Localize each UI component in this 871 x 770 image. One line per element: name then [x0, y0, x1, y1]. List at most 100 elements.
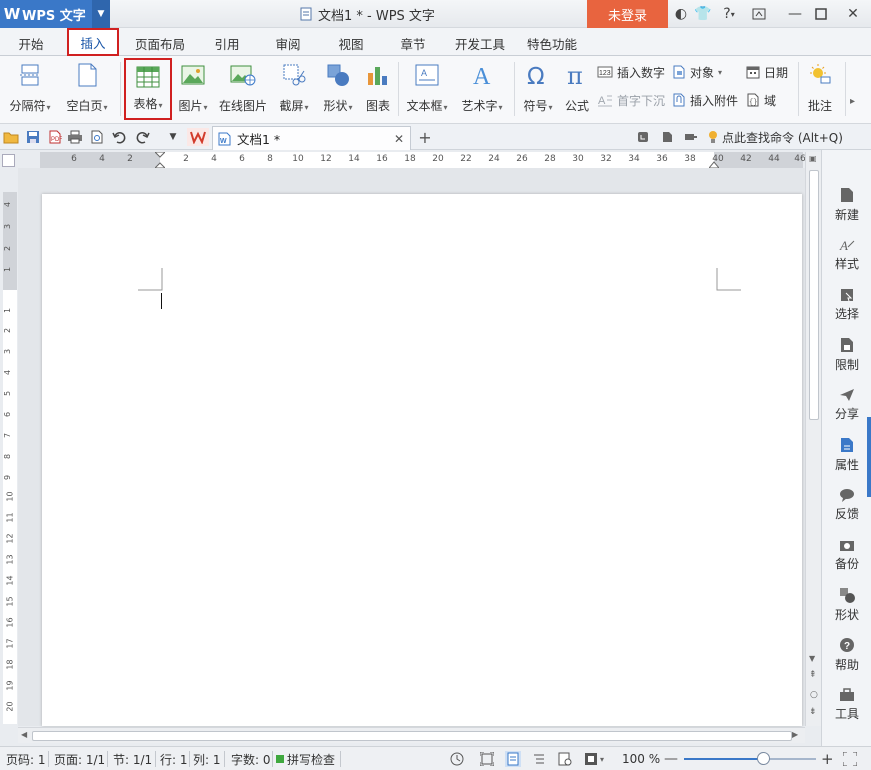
undo-icon[interactable]	[110, 128, 128, 146]
formula-button[interactable]: π 公式	[560, 58, 594, 120]
web-view-icon[interactable]	[558, 751, 572, 767]
login-button[interactable]: 未登录	[587, 0, 668, 28]
document-title: 文档1 * - WPS 文字	[300, 0, 460, 28]
command-search[interactable]: 点此查找命令 (Alt+Q)	[708, 128, 843, 146]
zoom-in-icon[interactable]: +	[821, 750, 834, 768]
insert-number-button[interactable]: 123 插入数字	[597, 62, 665, 82]
sidebar-item-share[interactable]: 分享	[822, 382, 871, 428]
screenshot-button[interactable]: 截屏▾	[274, 58, 314, 120]
scroll-down-icon[interactable]: ▼	[809, 654, 815, 663]
picture-button[interactable]: 图片▾	[174, 58, 212, 120]
collapse-ribbon-icon[interactable]	[746, 0, 772, 28]
sidebar-item-style[interactable]: A 样式	[822, 232, 871, 278]
new-tab-icon[interactable]: +	[416, 128, 434, 147]
online-picture-button[interactable]: 在线图片	[216, 58, 270, 120]
zoom-slider-knob[interactable]	[757, 752, 771, 765]
chevron-down-icon[interactable]: ▼	[92, 0, 110, 28]
date-button[interactable]: 日期	[746, 62, 788, 82]
zoom-slider[interactable]	[684, 752, 816, 765]
full-screen-icon[interactable]	[480, 751, 494, 767]
object-button[interactable]: 对象 ▾	[672, 62, 722, 82]
tab-stop-selector[interactable]	[2, 154, 15, 167]
split-view-icon[interactable]: ▣	[809, 154, 817, 163]
vertical-scrollbar[interactable]: ▣ ▼ ⇞ ○ ⇟	[805, 152, 821, 726]
shape-button[interactable]: 形状▾	[318, 58, 358, 120]
sidebar-item-properties[interactable]: 属性	[822, 432, 871, 478]
sidebar-item-new[interactable]: 新建	[822, 182, 871, 228]
comment-button[interactable]: 批注	[802, 58, 838, 120]
print-preview-icon[interactable]	[88, 128, 106, 146]
section-break-button[interactable]: 分隔符▾	[4, 58, 56, 120]
maximize-icon[interactable]	[808, 0, 834, 28]
close-icon[interactable]: ✕	[838, 0, 868, 28]
tab-developer[interactable]: 开发工具	[450, 32, 510, 54]
sidebar-item-restrict[interactable]: 限制	[822, 332, 871, 378]
close-tab-icon[interactable]: ✕	[394, 132, 404, 146]
tab-chapter[interactable]: 章节	[390, 32, 436, 54]
fit-width-icon[interactable]	[843, 751, 857, 767]
indent-marker[interactable]	[155, 152, 165, 168]
spell-check-status[interactable]: 拼写检查	[276, 751, 335, 767]
open-folder-icon[interactable]	[2, 128, 20, 146]
horizontal-scroll-thumb[interactable]	[32, 731, 792, 741]
horizontal-scrollbar[interactable]: ◀ ▶	[18, 727, 805, 743]
symbol-button[interactable]: Ω 符号▾	[518, 58, 558, 120]
wordart-button[interactable]: A 艺术字▾	[456, 58, 508, 120]
print-icon[interactable]	[66, 128, 84, 146]
insert-attachment-button[interactable]: 插入附件	[672, 90, 738, 110]
document-page[interactable]	[42, 194, 802, 726]
sidebar-item-help[interactable]: ? 帮助	[822, 632, 871, 678]
skin-icon[interactable]: ◐	[670, 0, 692, 28]
sidebar-item-shapes[interactable]: 形状	[822, 582, 871, 628]
app-menu-button[interactable]: W WPS 文字 ▼	[0, 0, 110, 28]
customize-toolbar-icon[interactable]: ▼	[164, 128, 182, 146]
sidebar-item-select[interactable]: 选择	[822, 282, 871, 328]
scroll-right-icon[interactable]: ▶	[792, 730, 798, 739]
column-status: 列: 1	[193, 752, 221, 767]
ribbon-more-icon[interactable]: ▸	[850, 96, 855, 107]
blank-page-button[interactable]: 空白页▾	[60, 58, 114, 120]
word-count-status[interactable]: 字数: 0	[231, 751, 271, 767]
browse-object-icon[interactable]: ○	[810, 690, 818, 700]
scroll-left-icon[interactable]: ◀	[21, 730, 27, 739]
zoom-out-icon[interactable]: —	[664, 751, 678, 767]
tab-page-layout[interactable]: 页面布局	[128, 32, 192, 54]
next-page-icon[interactable]: ⇟	[809, 707, 817, 717]
right-indent-marker[interactable]	[709, 160, 719, 168]
comment-icon	[807, 62, 833, 88]
textbox-button[interactable]: A 文本框▾	[402, 58, 452, 120]
tab-share-icon[interactable]	[658, 128, 676, 146]
vertical-scroll-thumb[interactable]	[809, 170, 819, 420]
tab-insert[interactable]: 插入	[67, 28, 119, 56]
redo-icon[interactable]	[134, 128, 152, 146]
sidebar-item-feedback[interactable]: 反馈	[822, 482, 871, 528]
reading-mode-dropdown[interactable]: ▾	[584, 751, 604, 767]
tab-view[interactable]: 视图	[328, 32, 374, 54]
sidebar-item-backup[interactable]: 备份	[822, 532, 871, 578]
document-tab[interactable]: W 文档1 * ✕	[212, 126, 411, 150]
tab-start[interactable]: 开始	[6, 32, 56, 54]
tab-review[interactable]: 审阅	[265, 32, 311, 54]
save-icon[interactable]	[24, 128, 42, 146]
page-view-icon[interactable]	[505, 751, 521, 767]
sidebar-item-tools[interactable]: 工具	[822, 682, 871, 728]
export-pdf-icon[interactable]: PDF	[46, 128, 64, 146]
minimize-icon[interactable]: —	[782, 0, 808, 28]
outline-view-icon[interactable]	[533, 751, 545, 767]
chart-button[interactable]: 图表	[362, 58, 394, 120]
shirt-icon[interactable]: 👕	[692, 0, 714, 28]
drop-cap-button[interactable]: A 首字下沉	[597, 90, 665, 110]
field-button[interactable]: {} 域	[746, 90, 776, 110]
tab-features[interactable]: 特色功能	[522, 32, 582, 54]
zoom-level[interactable]: 100 %	[622, 751, 660, 767]
help-dropdown-icon[interactable]: ? ▾	[714, 0, 744, 28]
wps-home-icon[interactable]	[187, 128, 209, 146]
tab-send-icon[interactable]	[682, 128, 700, 146]
history-icon[interactable]	[450, 751, 464, 767]
tab-nav-icon[interactable]	[634, 128, 652, 146]
tab-references[interactable]: 引用	[204, 32, 250, 54]
previous-page-icon[interactable]: ⇞	[809, 670, 817, 680]
field-label: 域	[764, 93, 777, 108]
table-button[interactable]: 表格▾	[124, 58, 172, 120]
text-cursor	[161, 293, 162, 309]
